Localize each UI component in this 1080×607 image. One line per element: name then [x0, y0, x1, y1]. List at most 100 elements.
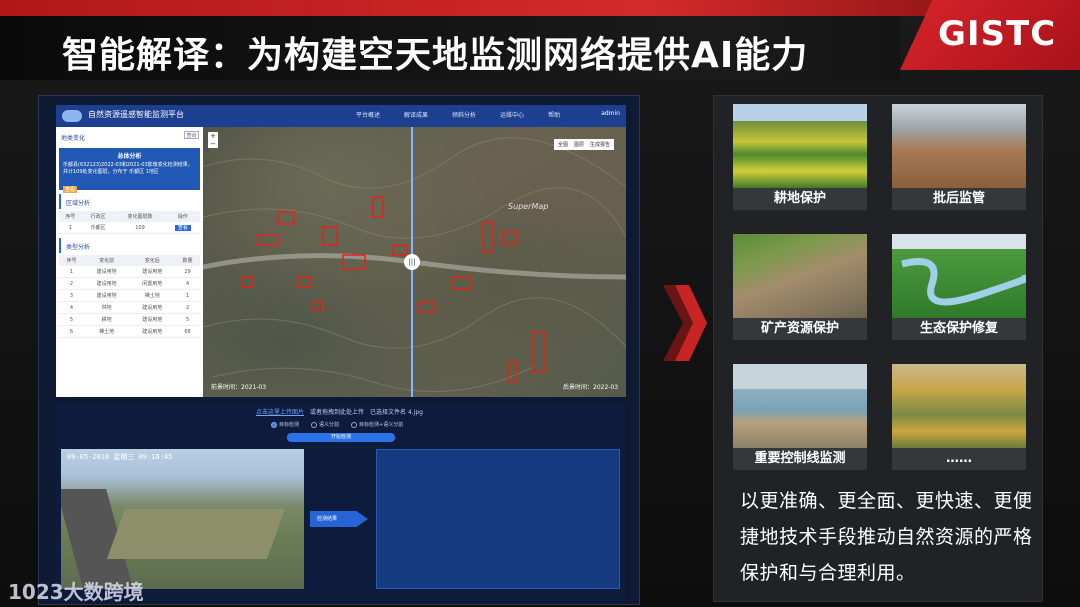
side-panel-header: 地类变化 — [61, 135, 86, 142]
farmland-image — [733, 104, 867, 188]
table-cell: 乐都区 — [81, 222, 115, 234]
top-stripe — [0, 0, 1080, 16]
tile-label: 矿产资源保护 — [733, 318, 867, 340]
report-button[interactable]: 生成报告 — [590, 141, 610, 148]
table-row: 5 耕地 建设用地 5 — [59, 313, 200, 326]
table-cell: 6 — [59, 325, 84, 338]
tile-post-approval: 批后监管 — [892, 104, 1026, 210]
tile-farmland: 耕地保护 — [733, 104, 867, 210]
user-menu[interactable]: admin — [601, 110, 620, 117]
table-cell: 建设用地 — [129, 266, 176, 278]
full-extent-button[interactable]: 全图 — [558, 141, 568, 148]
satellite-map[interactable]: + − 全图 图层 生成报告 SuperMap ||| 前景时间：2021-03 … — [203, 127, 626, 397]
nav-item[interactable]: 帮助 — [548, 110, 560, 119]
platform-nav: 平台概述 解译成果 倾斜分析 运维中心 帮助 — [356, 110, 560, 119]
gistc-logo: GISTC — [938, 14, 1057, 54]
table-header: 操作 — [165, 211, 200, 222]
swipe-handle[interactable]: ||| — [404, 254, 420, 270]
table-cell: 林地 — [83, 301, 130, 314]
tile-mineral: 矿产资源保护 — [733, 234, 867, 340]
result-arrow-button[interactable]: 检测结果 — [310, 511, 368, 527]
table-cell: 1 — [59, 266, 84, 278]
nav-item[interactable]: 倾斜分析 — [452, 110, 476, 119]
table-cell: 1 — [175, 289, 200, 302]
tile-more: …… — [892, 364, 1026, 470]
table-header: 序号 — [59, 211, 82, 222]
after-time-label: 后景时间：2022-03 — [563, 384, 619, 391]
tile-label: 生态保护修复 — [892, 318, 1026, 340]
table-header: 数量 — [175, 255, 200, 266]
platform-header: 自然资源遥感智能监测平台 平台概述 解译成果 倾斜分析 运维中心 帮助 admi… — [56, 105, 626, 127]
table-cell: 2 — [175, 301, 200, 314]
query-button[interactable]: 查询 — [184, 131, 199, 139]
table-cell: 109 — [114, 222, 166, 234]
upload-hint: 或者拖拽到此处上传 — [310, 409, 365, 416]
selected-file: 已选择文件名 4.jpg — [370, 409, 423, 416]
result-panel — [376, 449, 620, 589]
side-panel: 地类变化 查询 总体分析 乐都县(632123)2022-03和2021-03影… — [56, 127, 203, 397]
table-header: 行政区 — [81, 211, 115, 222]
table-header: 变化后 — [129, 255, 176, 266]
view-button[interactable]: 查看 — [174, 225, 191, 231]
platform-title: 自然资源遥感智能监测平台 — [88, 110, 184, 119]
mode-radio[interactable]: 目标检测 — [271, 421, 299, 428]
region-table: 序号 行政区 变化图斑数 操作 1 乐都区 109 查看 — [59, 211, 200, 234]
table-row: 1 乐都区 109 查看 — [59, 222, 200, 234]
table-row: 2 建设用地 闲置用地 4 — [59, 277, 200, 290]
table-cell: 裸土地 — [129, 289, 176, 302]
mode-radio[interactable]: 语义分割 — [311, 421, 339, 428]
tile-ecology: 生态保护修复 — [892, 234, 1026, 340]
upload-link[interactable]: 点击这里上传图片 — [256, 407, 304, 416]
table-cell: 建设用地 — [83, 289, 130, 302]
table-row: 6 裸土地 建设用地 68 — [59, 325, 200, 338]
start-detection-button[interactable]: 开始检测 — [287, 433, 395, 442]
table-cell: 5 — [59, 313, 84, 326]
table-cell: 4 — [59, 301, 84, 314]
table-cell: 2 — [59, 277, 84, 290]
table-row: 1 建设用地 建设用地 29 — [59, 266, 200, 278]
table-cell: 3 — [59, 289, 84, 302]
photo-site — [106, 509, 286, 559]
summary-view-button[interactable]: 查看 — [63, 186, 78, 193]
tile-control-line: 重要控制线监测 — [733, 364, 867, 470]
layer-button[interactable]: 图层 — [574, 141, 584, 148]
mode-radio[interactable]: 目标检测+语义分割 — [351, 421, 403, 428]
table-cell: 建设用地 — [83, 266, 130, 278]
village-image — [892, 364, 1026, 448]
table-cell: 建设用地 — [129, 313, 176, 326]
supermap-watermark: SuperMap — [508, 202, 549, 211]
nav-item[interactable]: 解译成果 — [404, 110, 428, 119]
tile-label: 批后监管 — [892, 188, 1026, 210]
type-analysis-title: 类型分析 — [59, 238, 200, 253]
table-header: 变化图斑数 — [114, 211, 166, 222]
watermark: 1023大数跨境 — [8, 580, 144, 604]
table-cell: 5 — [175, 313, 200, 326]
platform-screenshot: 自然资源遥感智能监测平台 平台概述 解译成果 倾斜分析 运维中心 帮助 admi… — [38, 95, 640, 605]
before-time-label: 前景时间：2021-03 — [211, 384, 267, 391]
table-cell: 建设用地 — [129, 301, 176, 314]
nav-item[interactable]: 运维中心 — [500, 110, 524, 119]
table-cell: 建设用地 — [129, 325, 176, 338]
type-table: 序号 变化前 变化后 数量 1 建设用地 建设用地 29 2 建设用地 闲置用地 4 3 建设… — [59, 255, 200, 338]
coast-image — [733, 364, 867, 448]
upload-row: 点击这里上传图片 或者拖拽到此处上传 已选择文件名 4.jpg — [256, 407, 423, 416]
summary-card: 总体分析 乐都县(632123)2022-03和2021-03影像变化检测结果，… — [59, 148, 200, 193]
table-header: 序号 — [59, 255, 84, 266]
mode-options: 目标检测 语义分割 目标检测+语义分割 — [271, 421, 403, 428]
table-header: 变化前 — [83, 255, 130, 266]
map-toolbar: 全图 图层 生成报告 — [553, 139, 614, 150]
zoom-control[interactable]: + − — [208, 132, 218, 148]
table-cell: 裸土地 — [83, 325, 130, 338]
slide-title: 智能解译：为构建空天地监测网络提供AI能力 — [62, 35, 809, 76]
summary-title: 总体分析 — [117, 153, 142, 160]
table-cell: 闲置用地 — [129, 277, 176, 290]
table-row: 3 建设用地 裸土地 1 — [59, 289, 200, 302]
table-cell: 29 — [175, 266, 200, 278]
table-row: 4 林地 建设用地 2 — [59, 301, 200, 314]
river-image — [892, 234, 1026, 318]
table-cell: 1 — [59, 222, 82, 234]
nav-item[interactable]: 平台概述 — [356, 110, 380, 119]
table-cell: 68 — [175, 325, 200, 338]
table-cell: 4 — [175, 277, 200, 290]
tile-label: 耕地保护 — [733, 188, 867, 210]
